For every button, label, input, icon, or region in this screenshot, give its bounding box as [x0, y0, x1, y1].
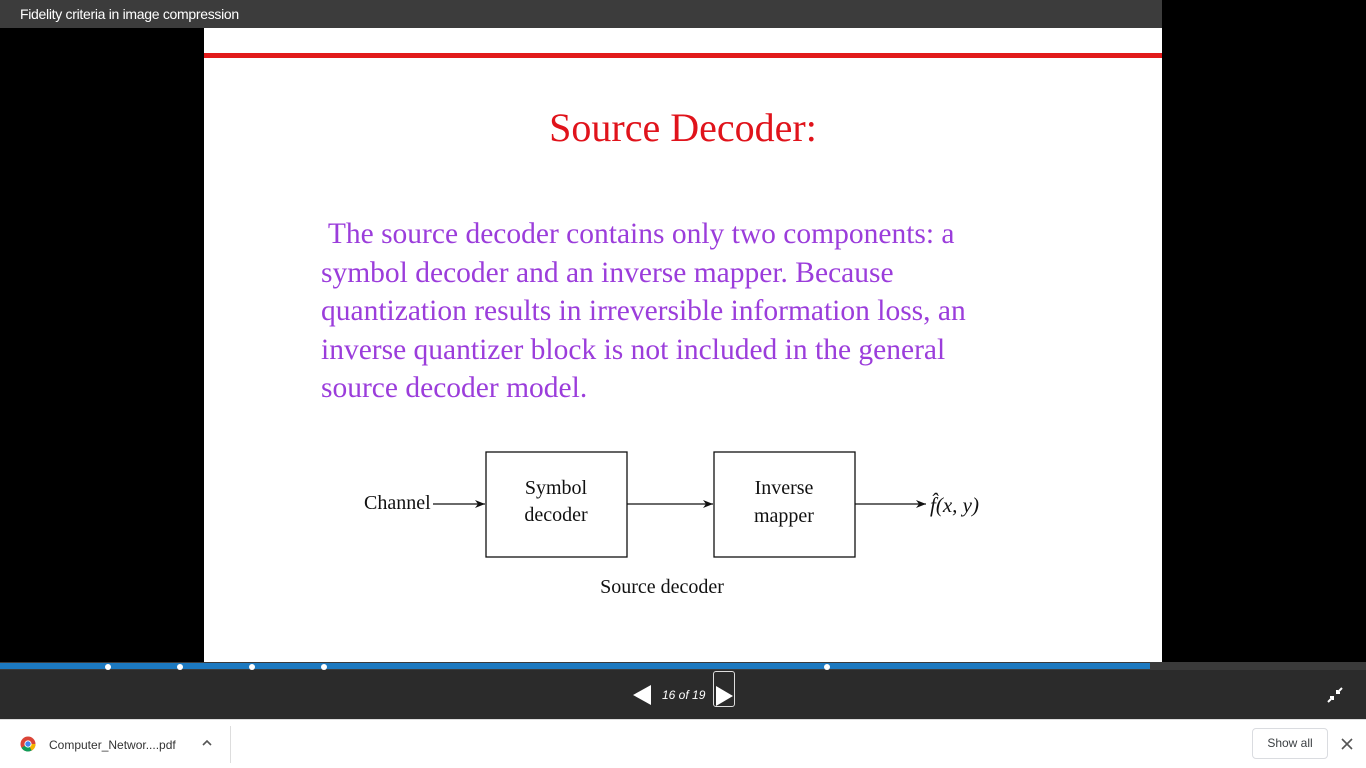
show-all-button[interactable]: Show all [1252, 728, 1328, 759]
viewer-controls: 16 of 19 [0, 670, 1366, 719]
close-icon[interactable] [1340, 737, 1354, 751]
chrome-icon [20, 736, 36, 752]
symbol-decoder-label-2: decoder [524, 504, 588, 526]
output-label: f̂(x, y) [930, 493, 979, 517]
diagram-caption: Source decoder [600, 576, 724, 598]
channel-label: Channel [364, 492, 431, 514]
symbol-decoder-label-1: Symbol [525, 477, 588, 499]
triangle-right-icon [716, 686, 733, 706]
document-title: Fidelity criteria in image compression [20, 6, 239, 22]
download-file-name[interactable]: Computer_Networ....pdf [49, 738, 176, 752]
exit-fullscreen-button[interactable] [1326, 686, 1344, 704]
viewer-title-bar: Fidelity criteria in image compression [0, 0, 1162, 28]
progress-fill [0, 663, 1151, 669]
chevron-up-icon[interactable] [200, 736, 214, 750]
divider [230, 726, 231, 763]
page-indicator: 16 of 19 [662, 688, 706, 702]
presentation-progress-bar[interactable] [0, 662, 1366, 670]
downloads-bar: Computer_Networ....pdf Show all [0, 719, 1366, 768]
triangle-left-icon [633, 685, 651, 705]
source-decoder-diagram: Channel Symbol decoder Inverse mapper f̂… [364, 451, 979, 598]
inverse-mapper-label-1: Inverse [755, 477, 814, 499]
next-slide-button[interactable] [713, 671, 735, 707]
inverse-mapper-label-2: mapper [754, 505, 814, 527]
exit-fullscreen-icon [1327, 687, 1343, 703]
previous-slide-button[interactable] [632, 684, 652, 706]
slide: Source Decoder: The source decoder conta… [204, 28, 1162, 662]
